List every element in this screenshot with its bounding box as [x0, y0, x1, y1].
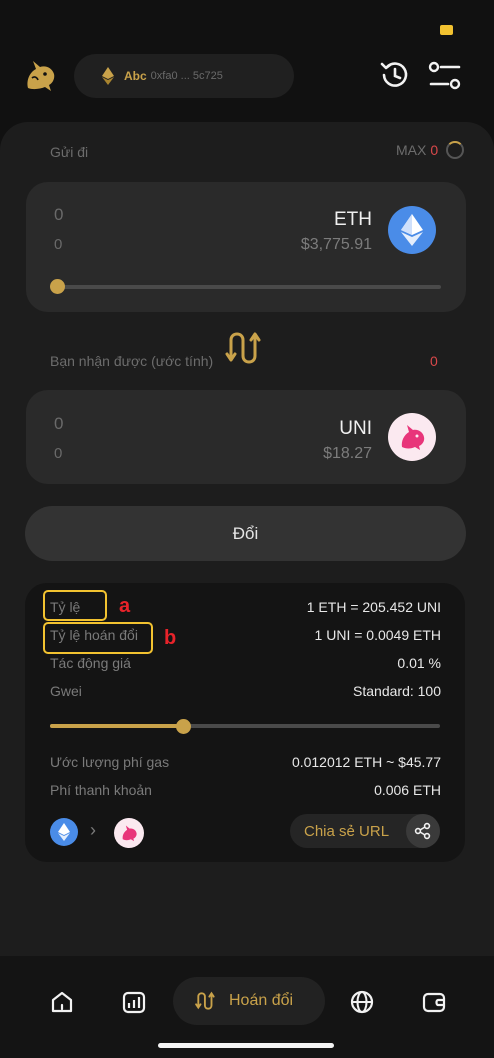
nav-swap-label: Hoán đổi — [229, 992, 294, 1009]
browser-globe-icon[interactable] — [348, 988, 376, 1016]
nav-swap-icon — [195, 991, 215, 1010]
wallet-address: 0xfa0 ... 5c725 — [150, 70, 223, 82]
route-ethereum-icon — [50, 818, 78, 846]
receive-label: Bạn nhận được (ước tính) — [50, 353, 214, 369]
ethereum-icon — [102, 67, 114, 85]
home-indicator — [158, 1043, 334, 1048]
send-amount-usd: 0 — [54, 236, 63, 253]
annotation-b: b — [164, 627, 177, 649]
receive-token-name[interactable]: UNI — [339, 418, 372, 440]
settings-sliders-icon[interactable] — [428, 60, 462, 92]
send-slider-track[interactable] — [57, 285, 441, 289]
gwei-label: Gwei — [50, 683, 82, 699]
uniswap-token-icon[interactable] — [388, 413, 436, 461]
gwei-slider-fill — [50, 724, 183, 728]
send-token-name[interactable]: ETH — [334, 209, 372, 231]
liquidity-fee-label: Phí thanh khoản — [50, 782, 152, 798]
swap-direction-icon[interactable] — [225, 328, 265, 368]
wallet-name: Abc — [124, 69, 147, 83]
nav-swap-tab[interactable]: Hoán đổi — [173, 977, 325, 1025]
max-label[interactable]: MAX — [396, 142, 426, 158]
receive-token-price: $18.27 — [323, 445, 372, 462]
share-url-label: Chia sẻ URL — [304, 822, 390, 840]
send-slider-knob[interactable] — [50, 279, 65, 294]
send-amount-input[interactable]: 0 — [54, 205, 63, 225]
wallet-selector[interactable]: Abc 0xfa0 ... 5c725 — [74, 54, 294, 98]
swap-button[interactable]: Đổi — [25, 506, 466, 561]
home-icon[interactable] — [48, 988, 76, 1016]
refresh-spinner-icon[interactable] — [446, 141, 465, 159]
route-uniswap-icon — [114, 818, 144, 848]
battery-icon — [440, 25, 453, 35]
highlight-box-a — [43, 590, 107, 621]
gwei-value: Standard: 100 — [353, 683, 441, 699]
receive-amount: 0 — [54, 414, 64, 433]
max-control[interactable]: MAX 0 — [396, 141, 465, 159]
rate-value: 1 ETH = 205.452 UNI — [306, 599, 441, 615]
gas-estimate-label: Ước lượng phí gas — [50, 754, 170, 770]
market-chart-icon[interactable] — [120, 988, 148, 1016]
send-label: Gửi đi — [50, 144, 89, 160]
gas-estimate-value: 0.012012 ETH ~ $45.77 — [291, 754, 441, 770]
receive-amount-usd: 0 — [54, 445, 63, 462]
gwei-slider-knob[interactable] — [175, 719, 191, 734]
ethereum-token-icon[interactable] — [388, 206, 436, 254]
receive-estimate-value: 0 — [430, 353, 438, 369]
wallet-icon[interactable] — [420, 988, 448, 1016]
price-impact-label: Tác động giá — [50, 655, 131, 671]
price-impact-value: 0.01 % — [397, 655, 441, 671]
route-chevron-icon: › — [90, 820, 96, 840]
liquidity-fee-value: 0.006 ETH — [374, 782, 441, 798]
history-icon[interactable] — [378, 58, 412, 92]
share-url-button[interactable]: Chia sẻ URL — [290, 814, 440, 848]
annotation-a: a — [119, 595, 131, 617]
send-token-price: $3,775.91 — [300, 236, 372, 253]
exchange-rate-value: 1 UNI = 0.0049 ETH — [314, 627, 441, 643]
share-icon[interactable] — [406, 814, 440, 848]
highlight-box-b — [43, 622, 153, 654]
max-value: 0 — [430, 142, 439, 158]
unicorn-logo-icon[interactable] — [20, 56, 60, 96]
